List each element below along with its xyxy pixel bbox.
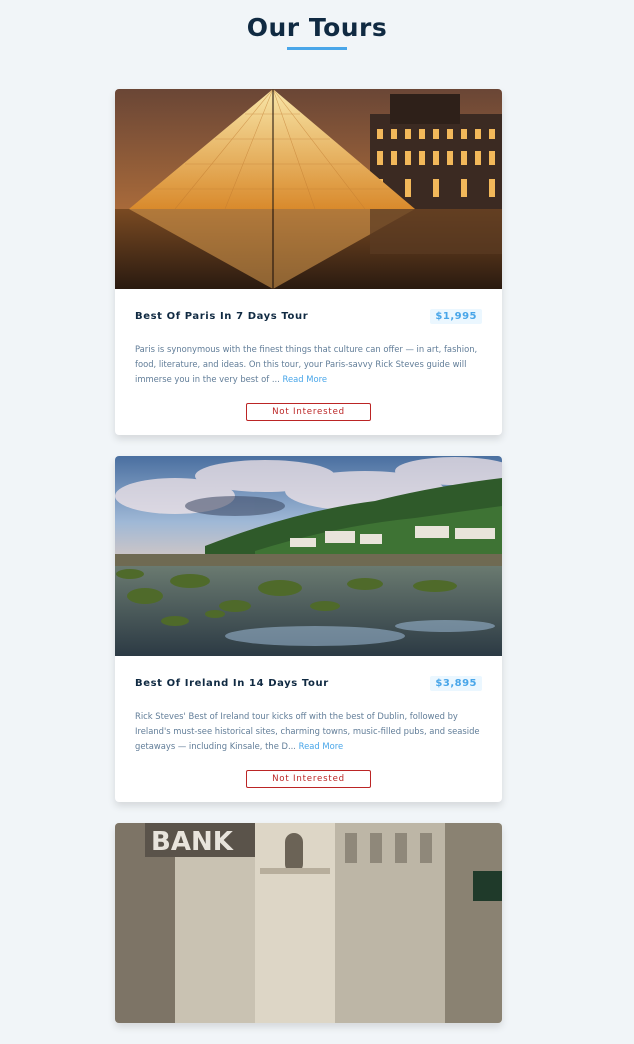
tour-card: BANK bbox=[115, 823, 502, 1023]
tour-image: BANK bbox=[115, 823, 502, 1023]
tour-description: Rick Steves' Best of Ireland tour kicks … bbox=[135, 709, 482, 754]
tours-list: Best Of Paris In 7 Days Tour $1,995 Pari… bbox=[115, 89, 502, 1044]
bank-sign: BANK bbox=[151, 827, 234, 857]
tour-image bbox=[115, 456, 502, 656]
read-more-link[interactable]: Read More bbox=[283, 374, 327, 384]
tour-description: Paris is synonymous with the finest thin… bbox=[135, 342, 482, 387]
tour-image bbox=[115, 89, 502, 289]
not-interested-button[interactable]: Not Interested bbox=[246, 770, 371, 788]
tour-card: Best Of Paris In 7 Days Tour $1,995 Pari… bbox=[115, 89, 502, 435]
page-title: Our Tours bbox=[246, 13, 388, 42]
tour-price: $1,995 bbox=[430, 309, 482, 324]
tour-info: Best Of Ireland In 14 Days Tour $3,895 R… bbox=[115, 656, 502, 802]
tour-card: Best Of Ireland In 14 Days Tour $3,895 R… bbox=[115, 456, 502, 802]
read-more-link[interactable]: Read More bbox=[299, 741, 343, 751]
tour-price: $3,895 bbox=[430, 676, 482, 691]
title-underline bbox=[287, 47, 347, 50]
tour-info: Best Of Paris In 7 Days Tour $1,995 Pari… bbox=[115, 289, 502, 435]
tour-name: Best Of Paris In 7 Days Tour bbox=[135, 311, 309, 322]
section-header: Our Tours bbox=[0, 0, 634, 50]
not-interested-button[interactable]: Not Interested bbox=[246, 403, 371, 421]
tour-name: Best Of Ireland In 14 Days Tour bbox=[135, 678, 329, 689]
